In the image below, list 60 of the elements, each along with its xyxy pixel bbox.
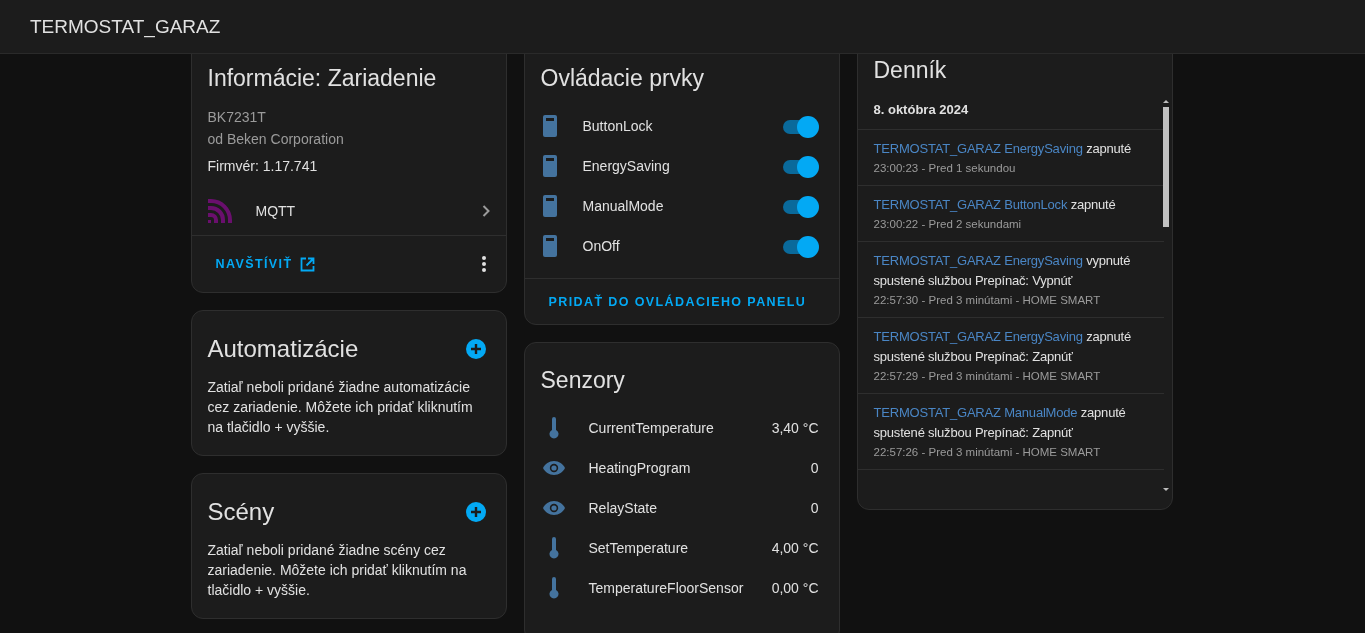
control-name: ButtonLock (582, 118, 654, 134)
eye-icon (542, 501, 565, 515)
entity-link[interactable]: TERMOSTAT_GARAZ ManualMode (873, 405, 1078, 420)
sensor-value: 0,00 °C (771, 580, 819, 596)
card-title: Ovládacie prvky (539, 64, 706, 92)
switch-device-icon (542, 155, 557, 177)
sensor-name: HeatingProgram (588, 460, 692, 476)
thermometer-icon (547, 417, 560, 439)
empty-message: Zatiaľ neboli pridané žiadne automatizácie cez zariadenie. Môžete ich pridať kliknutím na tlačidlo + vyššie. (207, 378, 474, 437)
switch-device-icon (542, 235, 557, 257)
empty-message: Zatiaľ neboli pridané žiadne scény cez zariadenie. Môžete ich pridať kliknutím na tlačidlo + vyššie. (207, 541, 468, 600)
log-entry-time: 22:57:26 - Pred 3 minútami - HOME SMART (873, 445, 1102, 460)
control-name: ManualMode (582, 198, 665, 214)
signal-waves-icon (207, 198, 232, 223)
card-title: Informácie: Zariadenie (206, 64, 438, 92)
entity-link[interactable]: TERMOSTAT_GARAZ EnergySaving (873, 329, 1083, 344)
log-entry-time: 23:00:23 - Pred 1 sekundou (873, 161, 1017, 176)
card-title: Senzory (539, 366, 626, 394)
more-vertical-icon (481, 256, 486, 272)
log-entry-time: 23:00:22 - Pred 2 sekundami (873, 217, 1023, 232)
card-title: Denník (872, 56, 948, 84)
log-date: 8. októbra 2024 (857, 98, 1164, 130)
sensor-name: TemperatureFloorSensor (588, 580, 745, 596)
card-title: Scény (207, 498, 275, 526)
thermometer-icon (547, 577, 560, 599)
sensor-name: RelayState (588, 500, 658, 516)
log-entry-text: TERMOSTAT_GARAZ EnergySaving zapnuté (873, 140, 1132, 158)
chevron-right-icon (481, 204, 490, 217)
integration-label: MQTT (255, 202, 297, 219)
log-entry-text: TERMOSTAT_GARAZ EnergySaving vypnuté spustené službou Prepínač: Vypnúť (873, 252, 1132, 290)
eye-icon (542, 461, 565, 475)
sensor-value: 3,40 °C (771, 420, 819, 436)
switch-device-icon (542, 195, 557, 217)
scrollbar[interactable] (1161, 98, 1170, 493)
control-name: EnergySaving (582, 158, 671, 174)
log-entry-text: TERMOSTAT_GARAZ ButtonLock zapnuté (873, 196, 1117, 214)
entity-link[interactable]: TERMOSTAT_GARAZ EnergySaving (873, 253, 1083, 268)
add-to-dashboard-button[interactable]: PRIDAŤ DO OVLÁDACIEHO PANELU (532, 286, 823, 317)
card-title: Automatizácie (207, 335, 359, 363)
sensor-value: 0 (810, 460, 819, 476)
entity-link[interactable]: TERMOSTAT_GARAZ ButtonLock (873, 197, 1068, 212)
control-name: OnOff (582, 238, 621, 254)
entity-link[interactable]: TERMOSTAT_GARAZ EnergySaving (873, 141, 1083, 156)
firmware-version: Firmvér: 1.17.741 (206, 157, 319, 176)
sensor-name: CurrentTemperature (588, 420, 715, 436)
sensor-value: 4,00 °C (771, 540, 819, 556)
log-entry-text: TERMOSTAT_GARAZ EnergySaving zapnuté spustené službou Prepínač: Zapnúť (873, 328, 1132, 366)
external-link-icon (300, 256, 316, 272)
page-title: TERMOSTAT_GARAZ (30, 15, 221, 38)
log-entry-time: 22:57:29 - Pred 3 minútami - HOME SMART (873, 369, 1102, 384)
log-entry-time: 22:57:30 - Pred 3 minútami - HOME SMART (873, 293, 1102, 308)
thermometer-icon (547, 537, 560, 559)
visit-link[interactable]: NAVŠTÍVIŤ (199, 248, 332, 280)
switch-device-icon (542, 115, 557, 137)
log-entry-text: TERMOSTAT_GARAZ ManualMode zapnuté spustené službou Prepínač: Zapnúť (873, 404, 1127, 442)
device-model: BK7231T (206, 108, 267, 127)
sensor-value: 0 (810, 500, 819, 516)
device-manufacturer: od Beken Corporation (206, 130, 345, 149)
integration-row[interactable]: MQTT (191, 186, 506, 236)
sensor-name: SetTemperature (588, 540, 690, 556)
